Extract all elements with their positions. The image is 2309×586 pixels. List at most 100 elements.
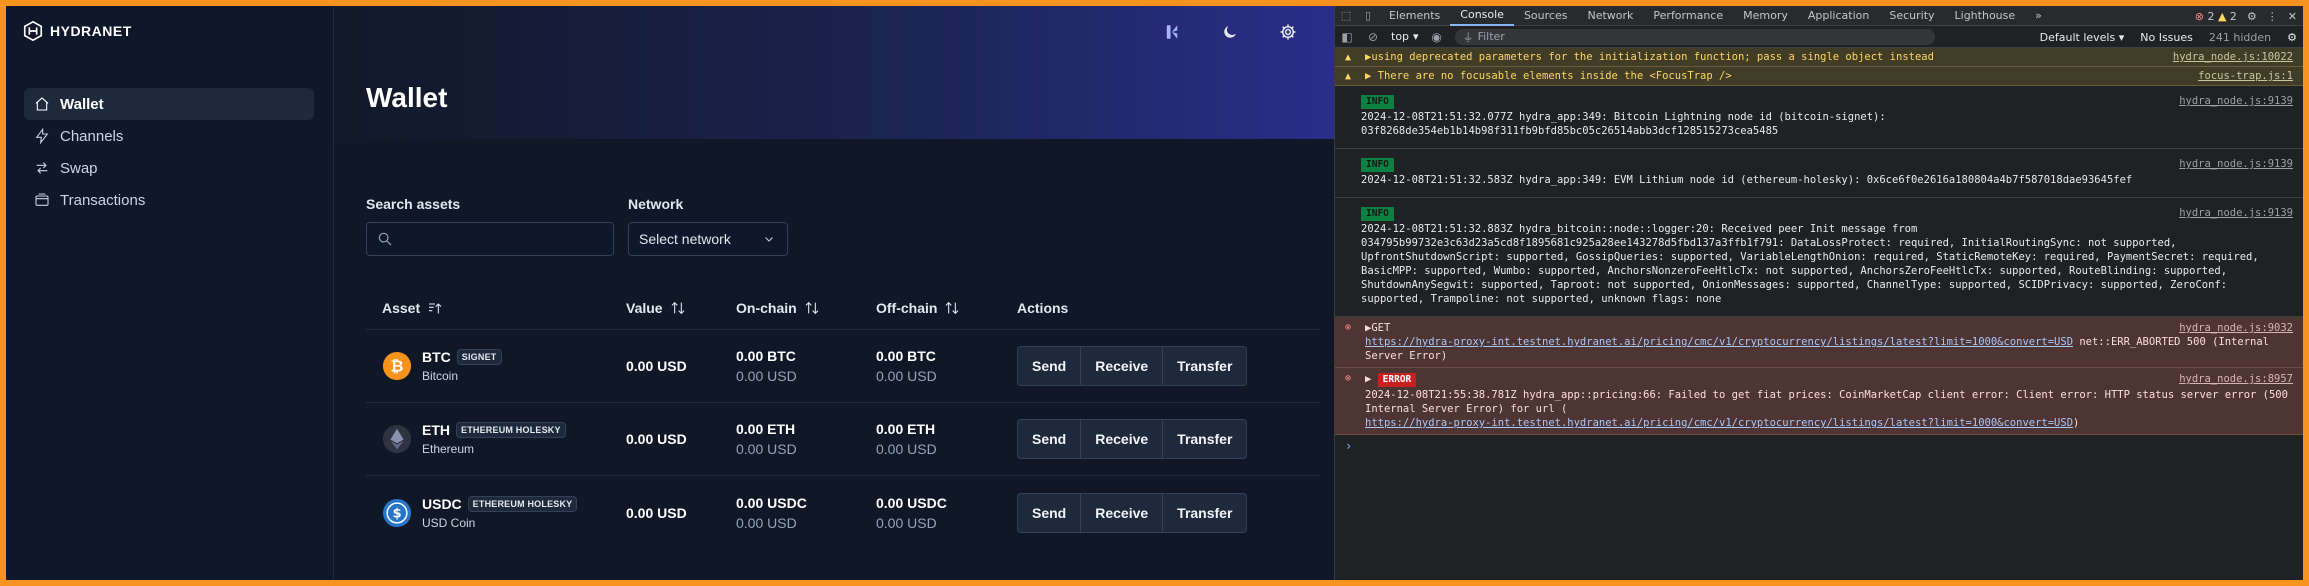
source-link[interactable]: hydra_node.js:9139 — [2179, 94, 2293, 108]
search-label: Search assets — [366, 196, 461, 212]
column-offchain[interactable]: Off-chain — [876, 300, 1017, 316]
transfer-button[interactable]: Transfer — [1163, 420, 1246, 458]
send-button[interactable]: Send — [1018, 493, 1082, 532]
search-field[interactable] — [366, 222, 614, 256]
send-button[interactable]: Send — [1018, 347, 1082, 385]
column-asset[interactable]: Asset — [366, 300, 626, 316]
offchain-balance: 0.00 BTC — [876, 348, 936, 364]
column-onchain[interactable]: On-chain — [736, 300, 876, 316]
transfer-button[interactable]: Transfer — [1163, 494, 1246, 532]
tab-performance[interactable]: Performance — [1643, 6, 1733, 26]
tab-sources[interactable]: Sources — [1514, 6, 1578, 26]
receive-button[interactable]: Receive — [1081, 347, 1164, 385]
filter-icon: ⏚ — [1462, 30, 1474, 44]
kebab-menu-icon[interactable]: ⋮ — [2267, 10, 2278, 23]
console-filter-input[interactable]: ⏚ Filter — [1454, 28, 1935, 45]
more-tabs-button[interactable]: » — [2025, 6, 2052, 26]
issues-button[interactable]: No Issues — [2140, 31, 2193, 44]
tab-elements[interactable]: Elements — [1379, 6, 1450, 26]
console-error[interactable]: ⊗ ▶GET https://hydra-proxy-int.testnet.h… — [1335, 317, 2303, 368]
close-icon[interactable]: ✕ — [2288, 10, 2297, 23]
sidebar-item-label: Wallet — [60, 95, 104, 113]
sidebar-item-label: Transactions — [60, 191, 146, 209]
asset-value: 0.00 USD — [626, 431, 687, 447]
offchain-usd: 0.00 USD — [876, 441, 937, 457]
offchain-balance: 0.00 USDC — [876, 494, 947, 511]
svg-text:₿: ₿ — [391, 357, 404, 376]
tab-memory[interactable]: Memory — [1733, 6, 1798, 26]
network-badge: ETHEREUM HOLESKY — [467, 495, 578, 512]
asset-value: 0.00 USD — [626, 504, 687, 521]
brand-name: HYDRANET — [50, 23, 132, 39]
asset-table: Asset Value On-chain Off-chain Actions ₿… — [366, 286, 1320, 549]
source-link[interactable]: focus-trap.js:1 — [2198, 69, 2293, 83]
console-warning[interactable]: ▲ ▶using deprecated parameters for the i… — [1335, 48, 2303, 67]
moon-icon — [1224, 26, 1236, 38]
receive-button[interactable]: Receive — [1081, 493, 1164, 532]
network-badge: SIGNET — [456, 349, 502, 365]
info-tag: INFO — [1361, 95, 1394, 109]
message-text: 2024-12-08T21:51:32.583Z hydra_app:349: … — [1361, 174, 2133, 186]
console-prompt[interactable]: › — [1335, 435, 2303, 457]
error-tag: ERROR — [1377, 373, 1417, 387]
asset-cell: ₿ BTC SIGNET Bitcoin — [366, 349, 626, 383]
tab-application[interactable]: Application — [1798, 6, 1879, 26]
request-method: ▶GET — [1365, 322, 1391, 334]
source-link[interactable]: hydra_node.js:9139 — [2179, 157, 2293, 171]
theme-toggle-button[interactable] — [1220, 22, 1240, 42]
device-toolbar-icon[interactable]: ▯ — [1357, 6, 1379, 26]
sidebar-item-wallet[interactable]: Wallet — [24, 88, 314, 120]
source-link[interactable]: hydra_node.js:10022 — [2173, 50, 2293, 64]
sort-icon — [671, 301, 684, 314]
issue-counter[interactable]: ⊗ 2 ▲ 2 — [2195, 10, 2237, 23]
filter-placeholder: Filter — [1477, 30, 1505, 43]
expand-arrow-icon[interactable]: ▶ — [1365, 373, 1371, 385]
source-link[interactable]: hydra_node.js:8957 — [2179, 372, 2293, 386]
eye-icon[interactable]: ◉ — [1429, 30, 1445, 44]
tab-lighthouse[interactable]: Lighthouse — [1945, 6, 2026, 26]
tab-security[interactable]: Security — [1879, 6, 1944, 26]
bitcoin-kit-button[interactable] — [1162, 22, 1182, 42]
column-label: Value — [626, 299, 663, 316]
error-count: 2 — [2207, 9, 2215, 23]
console-settings-icon[interactable]: ⚙ — [2287, 31, 2297, 44]
error-icon: ⊗ — [2194, 9, 2204, 23]
transfer-button[interactable]: Transfer — [1163, 347, 1246, 385]
sidebar-item-swap[interactable]: Swap — [24, 152, 314, 184]
console-warning[interactable]: ▲ ▶ There are no focusable elements insi… — [1335, 67, 2303, 86]
table-row: ₿ BTC SIGNET Bitcoin 0.00 USD 0.00 BTC 0… — [366, 330, 1320, 403]
asset-symbol: ETH — [422, 422, 450, 438]
request-url-link[interactable]: https://hydra-proxy-int.testnet.hydranet… — [1365, 336, 2073, 348]
log-levels-dropdown[interactable]: Default levels ▾ — [2040, 31, 2125, 44]
brand-logo[interactable]: HYDRANET — [22, 20, 132, 42]
sidebar-toggle-icon[interactable]: ◧ — [1339, 30, 1355, 44]
search-input[interactable] — [401, 231, 601, 247]
action-buttons: Send Receive Transfer — [1017, 346, 1248, 386]
source-link[interactable]: hydra_node.js:9032 — [2179, 321, 2293, 335]
tab-network[interactable]: Network — [1577, 6, 1643, 26]
network-select[interactable]: Select network — [628, 222, 788, 256]
action-buttons: Send Receive Transfer — [1017, 419, 1248, 459]
console-info: INFO 2024-12-08T21:51:32.883Z hydra_bitc… — [1335, 198, 2303, 317]
context-selector[interactable]: top ▾ — [1391, 30, 1419, 43]
tab-console[interactable]: Console — [1450, 6, 1514, 26]
sidebar-item-transactions[interactable]: Transactions — [24, 184, 314, 216]
send-button[interactable]: Send — [1018, 420, 1082, 458]
bitcoin-icon: ₿ — [382, 351, 412, 381]
sidebar-item-channels[interactable]: Channels — [24, 120, 314, 152]
source-link[interactable]: hydra_node.js:9139 — [2179, 206, 2293, 220]
inspect-element-icon[interactable]: ⬚ — [1335, 6, 1357, 26]
settings-button[interactable] — [1278, 22, 1298, 42]
column-value[interactable]: Value — [626, 300, 736, 316]
home-icon — [35, 97, 49, 111]
column-label: Actions — [1017, 299, 1069, 316]
clear-console-icon[interactable]: ⊘ — [1365, 30, 1381, 44]
hydranet-logo-icon — [23, 20, 43, 42]
onchain-usd: 0.00 USD — [736, 441, 797, 457]
receive-button[interactable]: Receive — [1081, 420, 1164, 458]
console-error[interactable]: ⊗ ▶ ERROR 2024-12-08T21:55:38.781Z hydra… — [1335, 368, 2303, 435]
settings-gear-icon[interactable]: ⚙ — [2247, 10, 2257, 23]
error-url-link[interactable]: https://hydra-proxy-int.testnet.hydranet… — [1365, 417, 2073, 429]
chevron-down-icon — [765, 237, 773, 242]
console-messages: ▲ ▶using deprecated parameters for the i… — [1335, 48, 2303, 457]
